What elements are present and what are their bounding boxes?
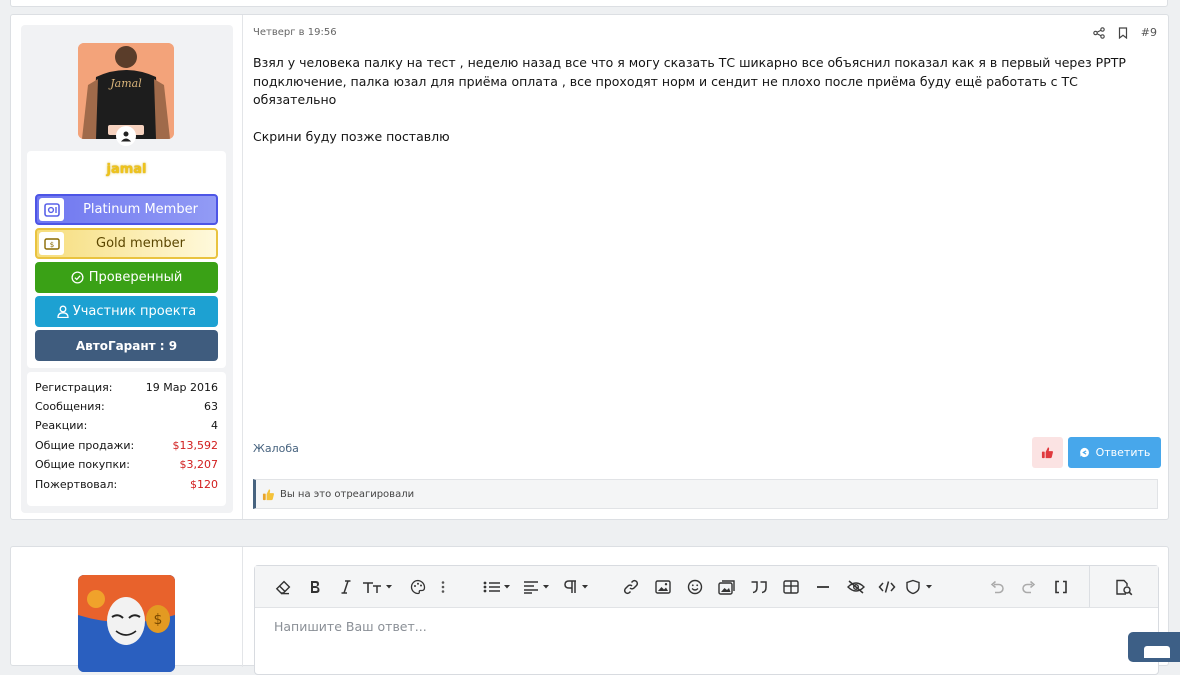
- like-button[interactable]: [1032, 437, 1063, 468]
- stat-value: 4: [211, 419, 218, 432]
- message-line: Взял у человека палку на тест , неделю н…: [253, 55, 1126, 70]
- palette-icon[interactable]: [407, 576, 429, 598]
- stat-messages: Сообщения: 63: [35, 400, 218, 413]
- reply-editor[interactable]: Напишите Ваш ответ...: [254, 565, 1159, 675]
- role-platinum-label: Platinum Member: [83, 202, 198, 217]
- reply-button[interactable]: Ответить: [1068, 437, 1161, 468]
- role-autogarant: АвтоГарант : 9: [35, 330, 218, 361]
- redo-icon[interactable]: [1019, 576, 1039, 598]
- stat-label: Общие продажи:: [35, 439, 135, 452]
- message-line: подключение, палка юзал для приёма оплат…: [253, 73, 1078, 108]
- horizontal-rule-icon[interactable]: [813, 576, 833, 598]
- user-avatar[interactable]: Jamal: [78, 43, 174, 139]
- stat-total-purchases: Общие покупки: $3,207: [35, 458, 218, 471]
- code-icon[interactable]: [877, 576, 897, 598]
- role-verified: Проверенный: [35, 262, 218, 293]
- list-icon[interactable]: [483, 576, 513, 598]
- platinum-safe-icon: [39, 198, 64, 221]
- editor-toolbar: [255, 566, 1158, 608]
- table-icon[interactable]: [781, 576, 801, 598]
- undo-icon[interactable]: [987, 576, 1007, 598]
- stat-value: $120: [190, 478, 218, 491]
- stat-label: Сообщения:: [35, 400, 105, 413]
- post-content-column: Четверг в 19:56 #9 Взял у человека палку…: [243, 15, 1168, 519]
- previous-post-bottom: [10, 0, 1168, 7]
- bold-icon[interactable]: [305, 576, 325, 598]
- message-line: [253, 110, 1143, 129]
- quote-icon[interactable]: [749, 576, 769, 598]
- current-user-avatar[interactable]: $: [78, 575, 175, 672]
- quick-reply-block: $ Напишите Ваш ответ...: [10, 546, 1169, 675]
- svg-text:$: $: [154, 612, 163, 628]
- reply-input-placeholder[interactable]: Напишите Ваш ответ...: [274, 619, 427, 634]
- align-icon[interactable]: [523, 576, 553, 598]
- stat-value: $13,592: [172, 439, 219, 452]
- user-status-icon: [116, 126, 136, 146]
- reactions-bar[interactable]: Вы на это отреагировали: [253, 479, 1158, 509]
- role-project-member: Участник проекта: [35, 296, 218, 327]
- username[interactable]: jamal: [27, 162, 226, 177]
- svg-text:Jamal: Jamal: [108, 77, 142, 90]
- shield-icon[interactable]: [905, 576, 937, 598]
- spoiler-eye-icon[interactable]: [845, 576, 867, 598]
- post-user-column: Jamal jamal Platinum Member $ Gold membe…: [11, 15, 243, 519]
- user-card: jamal Platinum Member $ Gold member Пров…: [27, 151, 226, 368]
- image-icon[interactable]: [653, 576, 673, 598]
- emoji-icon[interactable]: [685, 576, 705, 598]
- stat-value: $3,207: [179, 458, 219, 471]
- bbcode-toggle-icon[interactable]: [1051, 576, 1071, 598]
- stat-value[interactable]: 63: [204, 400, 218, 413]
- role-member-label: Участник проекта: [72, 304, 197, 319]
- role-gold-label: Gold member: [96, 236, 185, 251]
- preview-icon[interactable]: [1113, 576, 1135, 598]
- stat-label: Пожертвовал:: [35, 478, 118, 491]
- font-size-icon[interactable]: [361, 576, 395, 598]
- role-garant-label: АвтоГарант : 9: [75, 338, 178, 353]
- svg-text:$: $: [49, 241, 53, 249]
- reply-user-column: $: [11, 547, 243, 672]
- bookmark-icon[interactable]: [1118, 26, 1128, 39]
- forum-post: Jamal jamal Platinum Member $ Gold membe…: [10, 14, 1169, 520]
- chat-icon: [1144, 646, 1170, 658]
- gold-money-icon: $: [39, 232, 64, 255]
- check-circle-icon: [71, 271, 84, 284]
- role-gold-member: $ Gold member: [35, 228, 218, 259]
- paragraph-icon[interactable]: [563, 576, 593, 598]
- share-icon[interactable]: [1093, 26, 1105, 39]
- thumbs-up-emoji-icon: [262, 488, 274, 500]
- role-verified-label: Проверенный: [88, 270, 183, 285]
- media-icon[interactable]: [717, 576, 737, 598]
- user-icon: [57, 305, 69, 318]
- stat-reactions: Реакции: 4: [35, 419, 218, 432]
- stat-donated: Пожертвовал: $120: [35, 478, 218, 491]
- stat-label: Реакции:: [35, 419, 88, 432]
- eraser-icon[interactable]: [273, 576, 293, 598]
- stat-value: 19 Мар 2016: [145, 381, 218, 394]
- post-number[interactable]: #9: [1141, 26, 1157, 39]
- stat-registration: Регистрация: 19 Мар 2016: [35, 381, 218, 394]
- stat-label: Регистрация:: [35, 381, 113, 394]
- reply-icon: [1079, 447, 1089, 458]
- role-platinum-member: Platinum Member: [35, 194, 218, 225]
- stat-total-sales: Общие продажи: $13,592: [35, 439, 218, 452]
- reactions-text: Вы на это отреагировали: [280, 488, 415, 500]
- reply-label: Ответить: [1095, 446, 1151, 459]
- toolbar-separator: [1089, 566, 1090, 607]
- link-icon[interactable]: [621, 576, 641, 598]
- italic-icon[interactable]: [337, 576, 355, 598]
- floating-chat-button[interactable]: [1128, 632, 1180, 662]
- more-options-icon[interactable]: [437, 576, 449, 598]
- report-link[interactable]: Жалоба: [253, 442, 299, 455]
- post-header-actions: #9: [1093, 26, 1157, 39]
- post-date[interactable]: Четверг в 19:56: [253, 27, 337, 38]
- user-info-box: Jamal jamal Platinum Member $ Gold membe…: [21, 25, 233, 513]
- message-line: Скрини буду позже поставлю: [253, 129, 450, 144]
- thumbs-up-icon: [1041, 447, 1053, 459]
- post-message: Взял у человека палку на тест , неделю н…: [253, 54, 1143, 147]
- stat-label: Общие покупки:: [35, 458, 130, 471]
- user-stats: Регистрация: 19 Мар 2016 Сообщения: 63 Р…: [27, 372, 226, 506]
